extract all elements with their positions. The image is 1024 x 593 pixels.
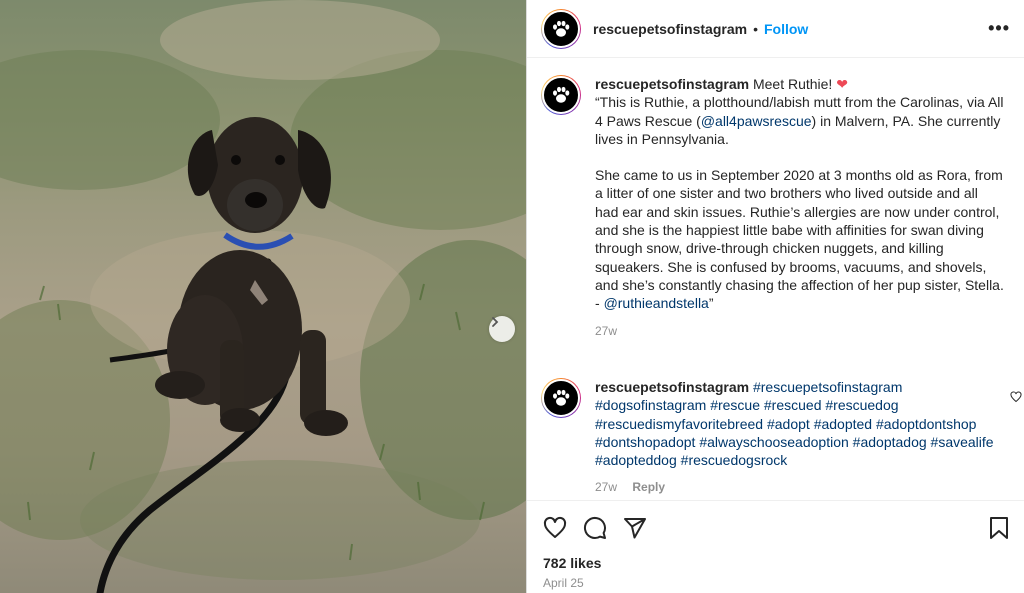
caption-body: rescuepetsofinstagram Meet Ruthie! ❤ “Th… xyxy=(595,75,1005,340)
save-button[interactable] xyxy=(988,516,1010,540)
bookmark-icon xyxy=(990,517,1008,539)
mention-link[interactable]: @ruthieandstella xyxy=(604,295,709,311)
hashtag-link[interactable]: #savealife xyxy=(931,434,994,450)
caption-username[interactable]: rescuepetsofinstagram xyxy=(595,76,749,92)
likes-count[interactable]: 782 likes xyxy=(527,541,1024,571)
paw-icon xyxy=(553,20,570,37)
comment-like-button[interactable] xyxy=(1010,390,1022,408)
hashtag-link[interactable]: #dogsofinstagram xyxy=(595,397,706,413)
heart-icon xyxy=(1010,391,1022,403)
caption-text-3-suffix: ” xyxy=(708,295,714,312)
avatar[interactable] xyxy=(541,8,581,49)
follow-button[interactable]: Follow xyxy=(764,21,808,37)
paw-icon xyxy=(553,86,570,103)
hashtag-link[interactable]: #rescuedismyfavoritebreed xyxy=(595,416,763,432)
reply-button[interactable]: Reply xyxy=(632,480,665,494)
next-photo-button[interactable] xyxy=(489,316,515,342)
actions-section: 782 likes April 25 xyxy=(527,500,1024,590)
avatar[interactable] xyxy=(541,378,581,418)
hashtag-link[interactable]: #adoptdontshop xyxy=(876,416,976,432)
caption-text-3-prefix: - xyxy=(595,295,604,312)
hashtag-link[interactable]: #rescuedog xyxy=(825,397,898,413)
paw-icon xyxy=(553,389,570,406)
share-icon xyxy=(624,518,646,539)
dog-photo-illustration xyxy=(0,0,526,593)
chevron-right-icon xyxy=(492,317,499,327)
caption-age[interactable]: 27w xyxy=(595,324,617,338)
comment-button[interactable] xyxy=(583,516,607,540)
header-username[interactable]: rescuepetsofinstagram xyxy=(593,21,747,37)
hashtag-link[interactable]: #rescue xyxy=(710,397,760,413)
hashtag-link[interactable]: #rescued xyxy=(764,397,822,413)
caption: rescuepetsofinstagram Meet Ruthie! ❤ “Th… xyxy=(527,58,1024,340)
share-button[interactable] xyxy=(623,516,647,540)
comment-age[interactable]: 27w xyxy=(595,480,617,494)
more-icon[interactable]: ••• xyxy=(988,18,1010,39)
hashtag-link[interactable]: #adopted xyxy=(814,416,872,432)
comment-body: rescuepetsofinstagram #rescuepetsofinsta… xyxy=(595,378,995,497)
post-date[interactable]: April 25 xyxy=(527,571,1024,590)
comment: rescuepetsofinstagram #rescuepetsofinsta… xyxy=(527,378,1009,497)
caption-title: Meet Ruthie! xyxy=(752,76,833,92)
caption-text-2: She came to us in September 2020 at 3 mo… xyxy=(595,167,1004,293)
hashtag-link[interactable]: #adopteddog xyxy=(595,452,677,468)
like-button[interactable] xyxy=(543,516,567,540)
hashtag-link[interactable]: #adopt xyxy=(767,416,810,432)
separator-dot: • xyxy=(753,20,758,37)
post-header: rescuepetsofinstagram • Follow ••• xyxy=(527,0,1024,58)
hashtag-link[interactable]: #adoptadog xyxy=(853,434,927,450)
comment-username[interactable]: rescuepetsofinstagram xyxy=(595,379,749,395)
avatar[interactable] xyxy=(541,75,581,115)
red-heart-icon: ❤ xyxy=(836,76,848,92)
mention-link[interactable]: @all4pawsrescue xyxy=(701,113,812,129)
hashtag-link[interactable]: #rescuepetsofinstagram xyxy=(753,379,902,395)
hashtag-link[interactable]: #rescuedogsrock xyxy=(681,452,788,468)
comment-icon xyxy=(583,516,606,539)
action-bar xyxy=(527,501,1024,541)
heart-icon xyxy=(543,516,567,538)
post-photo xyxy=(0,0,526,593)
hashtag-link[interactable]: #dontshopadopt xyxy=(595,434,695,450)
hashtag-link[interactable]: #alwayschooseadoption xyxy=(699,434,848,450)
post-panel: rescuepetsofinstagram • Follow ••• rescu… xyxy=(526,0,1024,593)
comments-section: rescuepetsofinstagram Meet Ruthie! ❤ “Th… xyxy=(527,58,1024,498)
